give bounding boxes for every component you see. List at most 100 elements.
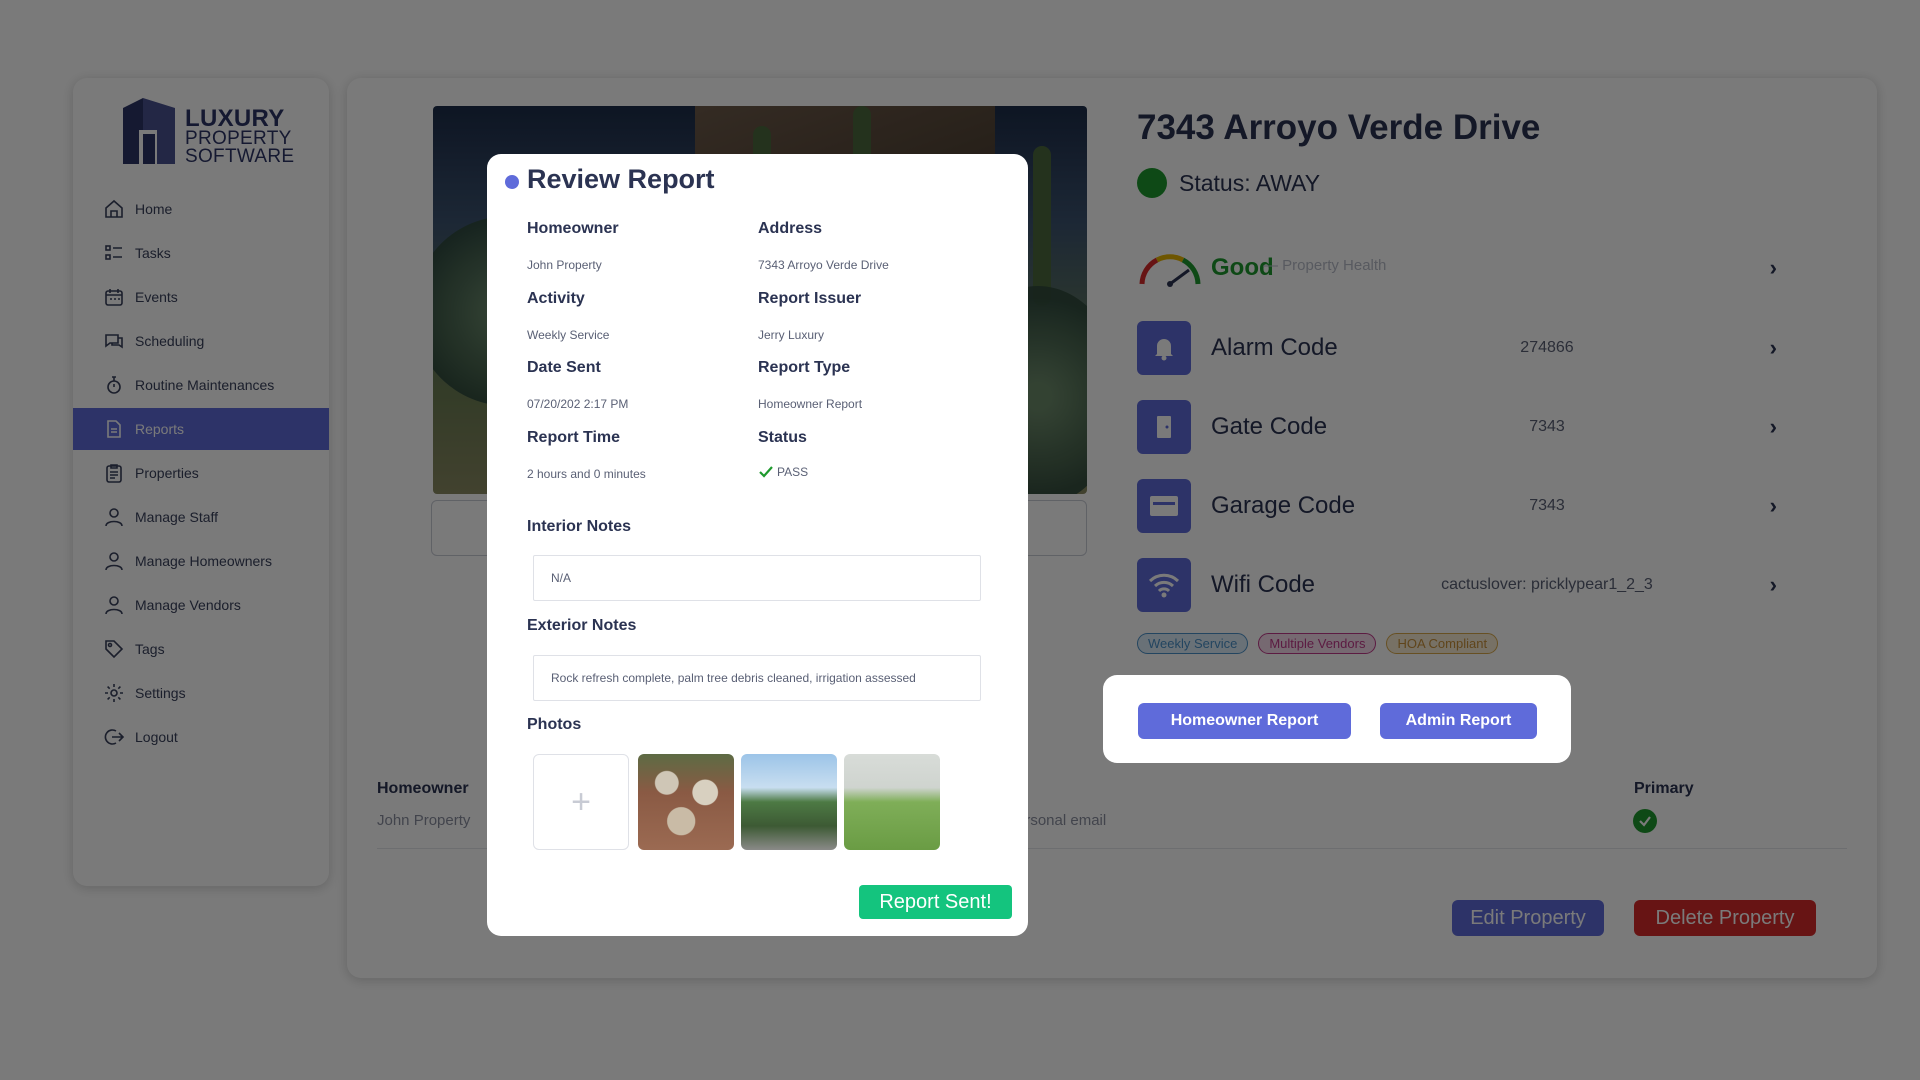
garage-code-row[interactable]: Garage Code 7343 › bbox=[1137, 478, 1797, 534]
chevron-right-icon[interactable]: › bbox=[1770, 414, 1777, 440]
date-sent-label: Date Sent bbox=[527, 359, 601, 376]
sidebar-item-logout[interactable]: Logout bbox=[73, 716, 329, 758]
admin-report-button[interactable]: Admin Report bbox=[1380, 703, 1537, 739]
sidebar-item-label: Routine Maintenances bbox=[135, 377, 275, 393]
check-icon bbox=[759, 466, 773, 478]
interior-notes-field[interactable]: N/A bbox=[533, 555, 981, 601]
document-icon bbox=[107, 420, 121, 438]
sidebar-item-routine-maintenances[interactable]: Routine Maintenances bbox=[73, 364, 329, 406]
sidebar-item-label: Manage Staff bbox=[135, 509, 219, 525]
sidebar-item-home[interactable]: Home bbox=[73, 188, 329, 230]
sidebar-item-tasks[interactable]: Tasks bbox=[73, 232, 329, 274]
property-health-row[interactable]: Good — Property Health › bbox=[1137, 240, 1797, 296]
edit-property-button[interactable]: Edit Property bbox=[1452, 900, 1604, 936]
add-photo-button[interactable]: + bbox=[533, 754, 629, 850]
sidebar-item-label: Manage Homeowners bbox=[135, 553, 272, 569]
sidebar-item-tags[interactable]: Tags bbox=[73, 628, 329, 670]
sidebar-item-properties[interactable]: Properties bbox=[73, 452, 329, 494]
user-icon bbox=[105, 596, 123, 615]
sidebar-item-reports[interactable]: Reports bbox=[73, 408, 329, 450]
sidebar: LUXURY PROPERTY SOFTWARE Home Tasks Even… bbox=[73, 78, 329, 886]
primary-column-header: Primary bbox=[1634, 780, 1694, 797]
sidebar-item-scheduling[interactable]: Scheduling bbox=[73, 320, 329, 362]
address-label: Address bbox=[758, 220, 823, 237]
sidebar-item-label: Tasks bbox=[135, 245, 171, 261]
report-sent-button[interactable]: Report Sent! bbox=[859, 885, 1012, 919]
sidebar-item-events[interactable]: Events bbox=[73, 276, 329, 318]
photo-thumbnail[interactable] bbox=[638, 754, 734, 850]
exterior-notes-field[interactable]: Rock refresh complete, palm tree debris … bbox=[533, 655, 981, 701]
logo-line-1: LUXURY bbox=[185, 105, 285, 132]
sidebar-item-manage-vendors[interactable]: Manage Vendors bbox=[73, 584, 329, 626]
calendar-icon bbox=[105, 289, 123, 306]
title-bullet-icon bbox=[505, 175, 519, 189]
report-time-value: 2 hours and 0 minutes bbox=[527, 467, 646, 481]
tag-hoa-compliant[interactable]: HOA Compliant bbox=[1386, 633, 1499, 654]
sidebar-item-label: Scheduling bbox=[135, 333, 205, 349]
chevron-right-icon[interactable]: › bbox=[1770, 493, 1777, 519]
alarm-code-label: Alarm Code bbox=[1211, 334, 1338, 361]
report-time-label: Report Time bbox=[527, 429, 621, 446]
plus-icon: + bbox=[571, 782, 591, 821]
status-value-text: PASS bbox=[777, 465, 809, 479]
date-sent-value: 07/20/202 2:17 PM bbox=[527, 397, 629, 411]
tasks-icon bbox=[105, 245, 122, 260]
property-tags: Weekly Service Multiple Vendors HOA Comp… bbox=[1137, 633, 1499, 654]
tag-icon bbox=[105, 640, 124, 659]
modal-title-text: Review Report bbox=[527, 164, 715, 194]
report-issuer-value: Jerry Luxury bbox=[758, 328, 825, 342]
stopwatch-icon bbox=[107, 376, 121, 394]
delete-property-button[interactable]: Delete Property bbox=[1634, 900, 1816, 936]
wifi-icon bbox=[1137, 558, 1191, 612]
sidebar-item-label: Properties bbox=[135, 465, 199, 481]
logout-icon bbox=[104, 729, 125, 745]
tag-weekly-service[interactable]: Weekly Service bbox=[1137, 633, 1249, 654]
property-status: Status: AWAY bbox=[1137, 168, 1320, 198]
chevron-right-icon[interactable]: › bbox=[1770, 335, 1777, 361]
homeowner-report-button[interactable]: Homeowner Report bbox=[1138, 703, 1351, 739]
interior-notes-label: Interior Notes bbox=[527, 518, 632, 535]
wifi-code-value: cactuslover: pricklypear1_2_3 bbox=[1441, 576, 1653, 593]
report-type-label: Report Type bbox=[758, 359, 851, 376]
user-icon bbox=[105, 508, 123, 527]
sidebar-item-settings[interactable]: Settings bbox=[73, 672, 329, 714]
sidebar-item-label: Logout bbox=[135, 729, 178, 745]
review-report-modal: Review Report Homeowner John Property Ad… bbox=[487, 154, 1028, 936]
logo-mark-icon bbox=[123, 98, 175, 164]
wifi-code-row[interactable]: Wifi Code cactuslover: pricklypear1_2_3 … bbox=[1137, 557, 1797, 613]
clipboard-icon bbox=[106, 464, 122, 483]
alarm-code-row[interactable]: Alarm Code 274866 › bbox=[1137, 320, 1797, 376]
gauge-icon bbox=[1139, 254, 1201, 287]
status-value: PASS bbox=[758, 465, 808, 479]
sidebar-item-manage-staff[interactable]: Manage Staff bbox=[73, 496, 329, 538]
garage-icon bbox=[1137, 479, 1191, 533]
chevron-right-icon[interactable]: › bbox=[1770, 572, 1777, 598]
photos-label: Photos bbox=[527, 716, 582, 733]
garage-code-value: 7343 bbox=[1529, 497, 1565, 514]
health-sublabel: — Property Health bbox=[1263, 257, 1387, 274]
gate-code-value: 7343 bbox=[1529, 418, 1565, 435]
photo-thumbnail[interactable] bbox=[844, 754, 940, 850]
homeowner-label: Homeowner bbox=[527, 220, 619, 237]
sidebar-item-label: Settings bbox=[135, 685, 186, 701]
sidebar-item-manage-homeowners[interactable]: Manage Homeowners bbox=[73, 540, 329, 582]
tag-multiple-vendors[interactable]: Multiple Vendors bbox=[1258, 633, 1377, 654]
activity-label: Activity bbox=[527, 290, 585, 307]
homeowner-email: ersonal email bbox=[1017, 812, 1107, 829]
modal-title: Review Report bbox=[505, 164, 715, 195]
homeowner-value: John Property bbox=[527, 258, 602, 272]
address-value: 7343 Arroyo Verde Drive bbox=[758, 258, 889, 272]
sidebar-item-label: Home bbox=[135, 201, 173, 217]
status-label: Status bbox=[758, 429, 807, 446]
sidebar-nav: Home Tasks Events Scheduling Routine Mai… bbox=[73, 188, 329, 760]
homeowner-name: John Property bbox=[377, 812, 471, 829]
status-dot-icon bbox=[1137, 168, 1167, 198]
gate-code-row[interactable]: Gate Code 7343 › bbox=[1137, 399, 1797, 455]
bell-icon bbox=[1137, 321, 1191, 375]
chevron-right-icon[interactable]: › bbox=[1770, 255, 1777, 281]
homeowner-column-header: Homeowner bbox=[377, 780, 469, 797]
garage-code-label: Garage Code bbox=[1211, 492, 1356, 519]
sidebar-item-label: Tags bbox=[135, 641, 165, 657]
photo-thumbnail[interactable] bbox=[741, 754, 837, 850]
gear-icon bbox=[105, 684, 123, 702]
